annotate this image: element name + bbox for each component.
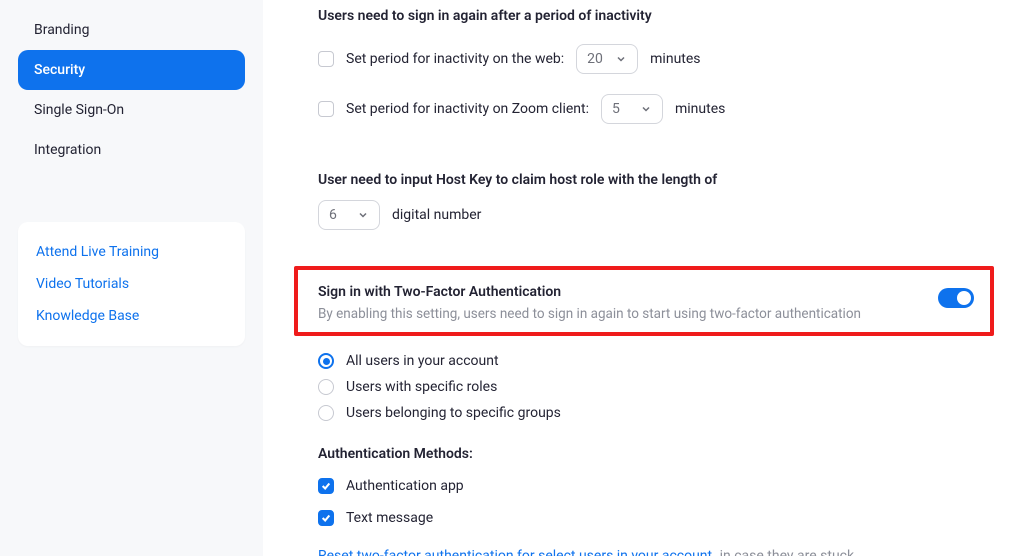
inactivity-web-label: Set period for inactivity on the web: [346, 51, 564, 67]
tfa-scope-groups[interactable]: Users belonging to specific groups [318, 400, 1014, 426]
tfa-title: Sign in with Two-Factor Authentication [318, 284, 861, 300]
tfa-scope-label: Users belonging to specific groups [346, 405, 561, 421]
inactivity-client-label: Set period for inactivity on Zoom client… [346, 101, 589, 117]
inactivity-web-checkbox[interactable] [318, 51, 334, 67]
tfa-scope-label: Users with specific roles [346, 379, 497, 395]
tfa-toggle[interactable] [938, 288, 974, 308]
tfa-highlight-box: Sign in with Two-Factor Authentication B… [294, 266, 994, 336]
check-icon [321, 481, 331, 491]
reset-row: Reset two-factor authentication for sele… [318, 548, 1014, 556]
inactivity-client-select[interactable]: 5 [601, 94, 663, 124]
inactivity-section: Users need to sign in again after a peri… [318, 8, 1014, 124]
sidebar-item-branding[interactable]: Branding [18, 10, 245, 50]
hostkey-section: User need to input Host Key to claim hos… [318, 172, 1014, 230]
sidebar-item-sso[interactable]: Single Sign-On [18, 90, 245, 130]
help-card: Attend Live Training Video Tutorials Kno… [18, 222, 245, 346]
hostkey-row: 6 digital number [318, 200, 1014, 230]
main-content: Users need to sign in again after a peri… [263, 0, 1024, 556]
auth-method-sms-checkbox[interactable] [318, 510, 334, 526]
auth-methods-title: Authentication Methods: [318, 446, 1014, 462]
hostkey-title: User need to input Host Key to claim hos… [318, 172, 1014, 188]
tfa-header-text: Sign in with Two-Factor Authentication B… [318, 284, 861, 322]
auth-method-sms[interactable]: Text message [318, 510, 1014, 526]
inactivity-web-unit: minutes [650, 51, 700, 67]
hostkey-value: 6 [329, 207, 337, 223]
inactivity-client-unit: minutes [675, 101, 725, 117]
tfa-scope-all-users[interactable]: All users in your account [318, 348, 1014, 374]
inactivity-web-select[interactable]: 20 [576, 44, 638, 74]
nav-group: Branding Security Single Sign-On Integra… [18, 10, 245, 170]
auth-method-label: Authentication app [346, 478, 464, 494]
chevron-down-icon [640, 103, 652, 115]
hostkey-select[interactable]: 6 [318, 200, 380, 230]
tfa-scope-roles[interactable]: Users with specific roles [318, 374, 1014, 400]
tfa-description: By enabling this setting, users need to … [318, 306, 861, 322]
sidebar-item-security[interactable]: Security [18, 50, 245, 90]
inactivity-web-value: 20 [587, 51, 603, 67]
radio-icon [318, 405, 334, 421]
reset-tfa-link[interactable]: Reset two-factor authentication for sele… [318, 548, 712, 556]
auth-method-app[interactable]: Authentication app [318, 478, 1014, 494]
auth-method-app-checkbox[interactable] [318, 478, 334, 494]
auth-method-label: Text message [346, 510, 433, 526]
hostkey-suffix: digital number [392, 207, 481, 223]
inactivity-client-checkbox[interactable] [318, 101, 334, 117]
check-icon [321, 513, 331, 523]
reset-suffix: in case they are stuck [720, 548, 854, 556]
tfa-scope-radiogroup: All users in your account Users with spe… [318, 348, 1014, 426]
radio-icon [318, 353, 334, 369]
sidebar: Branding Security Single Sign-On Integra… [0, 0, 245, 556]
inactivity-web-row: Set period for inactivity on the web: 20… [318, 44, 1014, 74]
radio-icon [318, 379, 334, 395]
tfa-scope-label: All users in your account [346, 353, 499, 369]
help-link-training[interactable]: Attend Live Training [36, 236, 227, 268]
inactivity-client-row: Set period for inactivity on Zoom client… [318, 94, 1014, 124]
help-link-tutorials[interactable]: Video Tutorials [36, 268, 227, 300]
inactivity-client-value: 5 [612, 101, 620, 117]
help-link-kb[interactable]: Knowledge Base [36, 300, 227, 332]
chevron-down-icon [357, 209, 369, 221]
inactivity-title: Users need to sign in again after a peri… [318, 8, 1014, 24]
sidebar-item-integration[interactable]: Integration [18, 130, 245, 170]
chevron-down-icon [615, 53, 627, 65]
